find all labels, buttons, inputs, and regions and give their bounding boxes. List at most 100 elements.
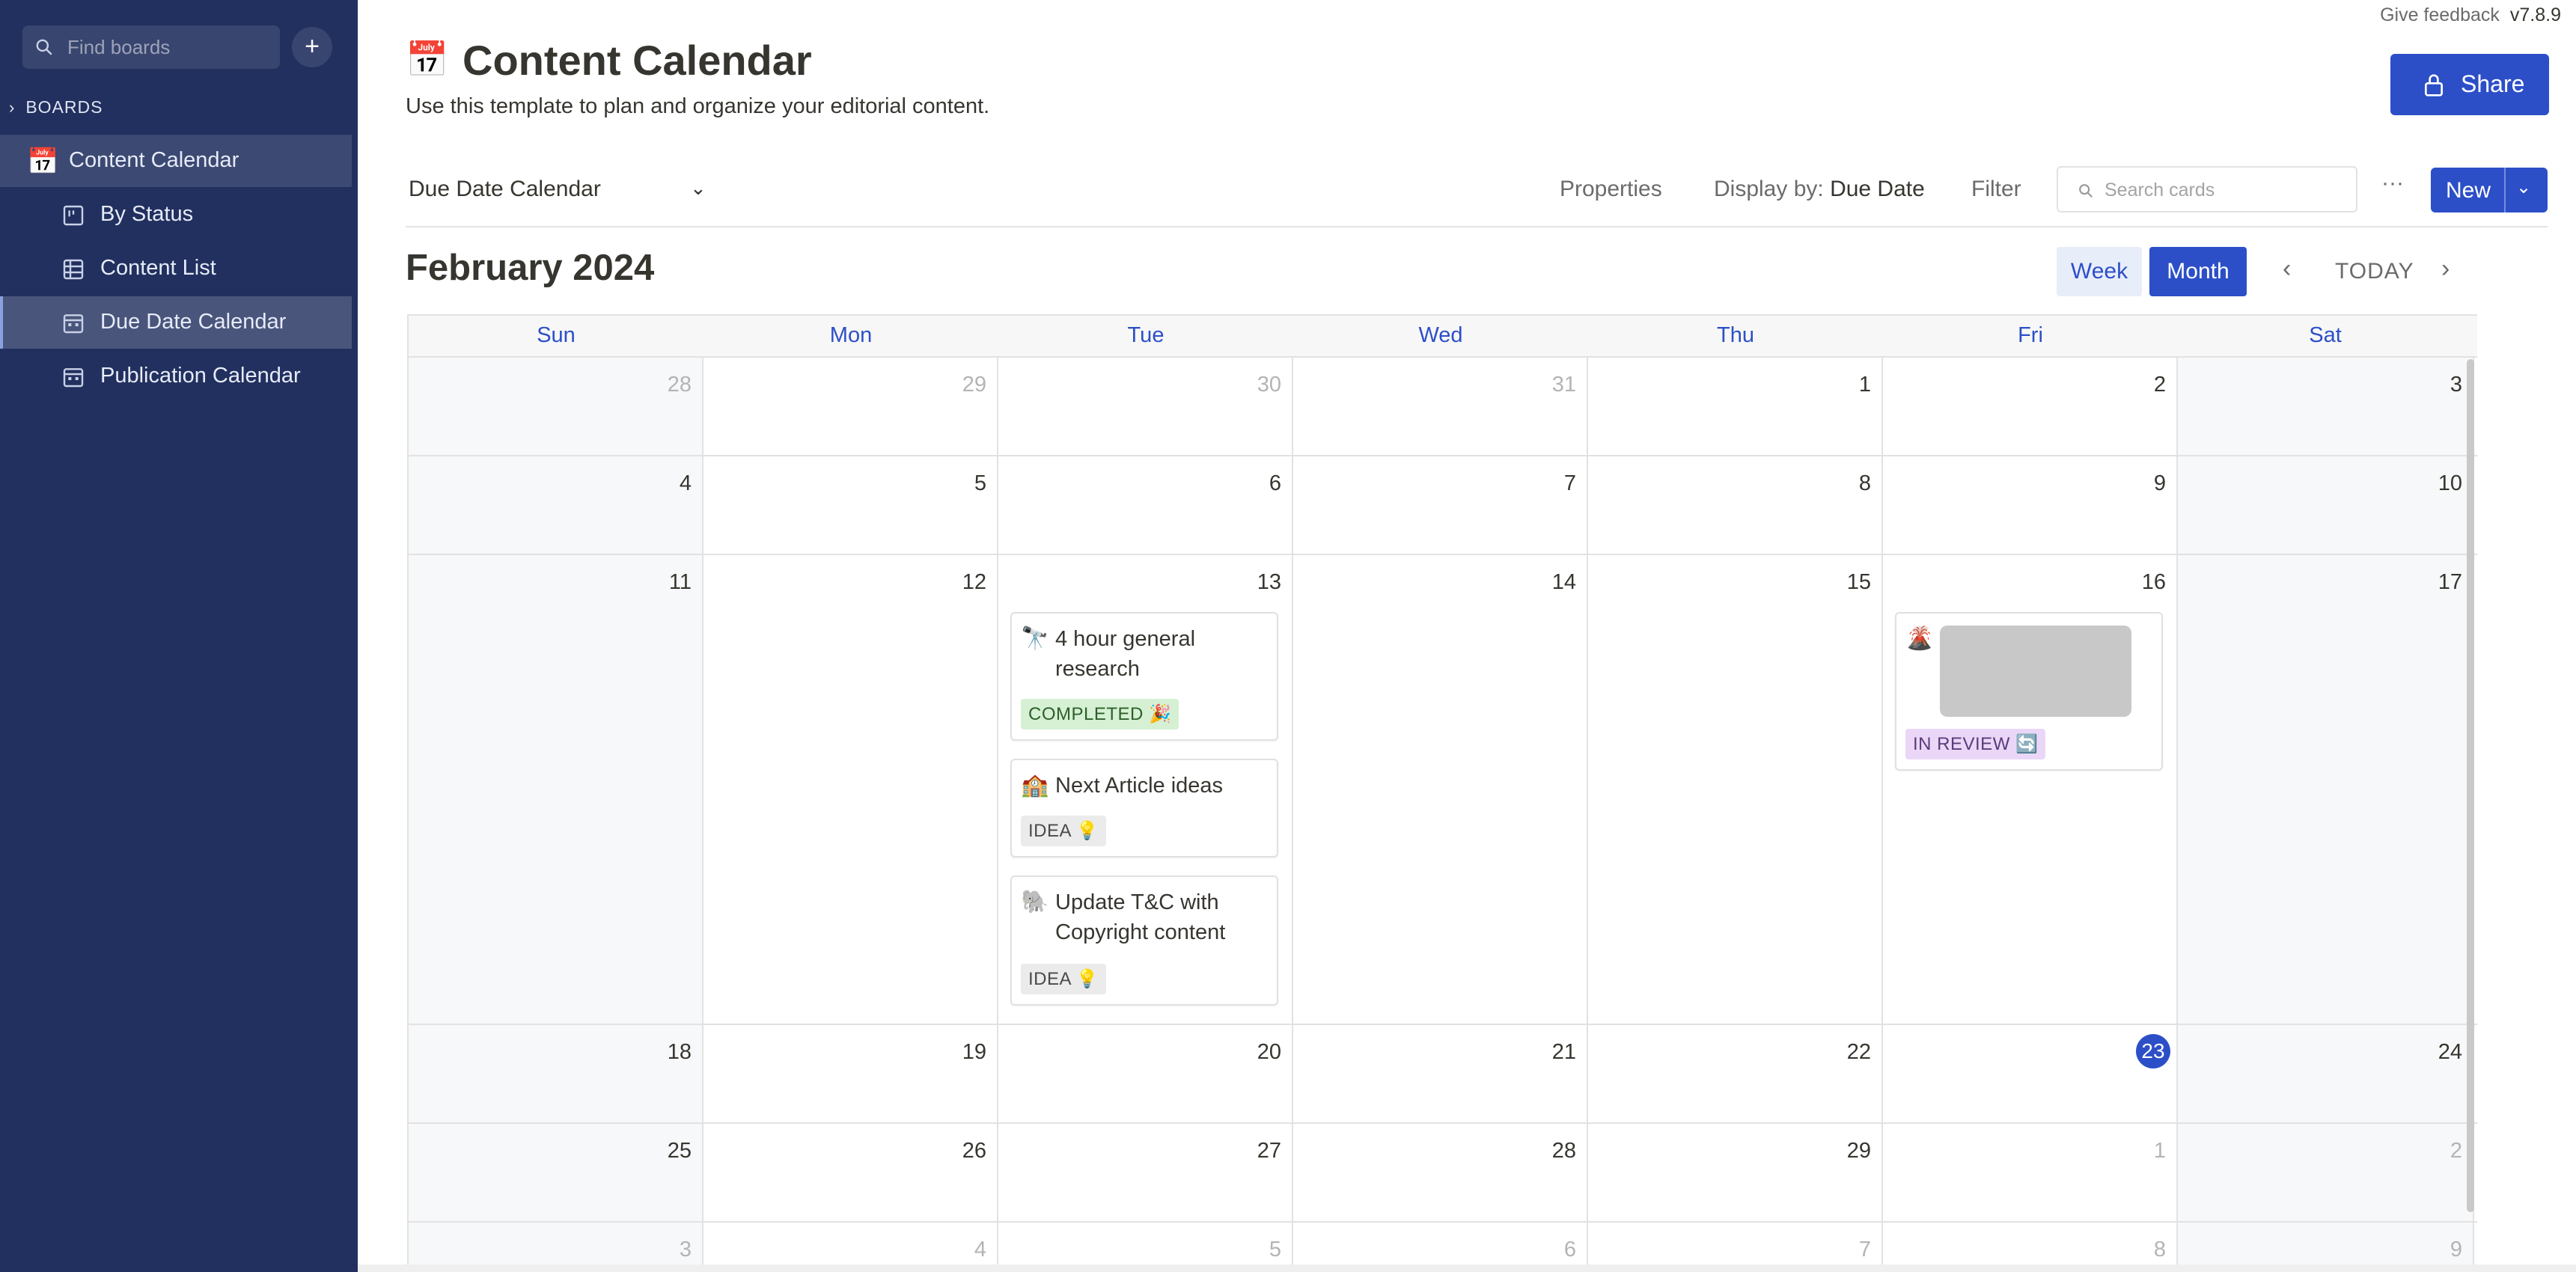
page-description[interactable]: Use this template to plan and organize y… [406,94,989,119]
day-cell[interactable]: 28 [409,358,703,455]
calendar-card[interactable]: 🔭 4 hour general research COMPLETED 🎉 [1010,612,1278,741]
search-placeholder: Search cards [2105,180,2215,201]
today-button[interactable]: TODAY [2335,259,2414,284]
add-board-button[interactable]: + [292,27,332,67]
find-boards-row: Find boards + [22,25,335,69]
day-cell[interactable]: 6 [998,456,1293,554]
calendar-card[interactable]: 🌋 IN REVIEW 🔄 [1895,612,2163,771]
sidebar: Find boards + › BOARDS 📅 Content Calendar… [0,0,358,1272]
day-cell[interactable]: 21 [1293,1025,1588,1122]
day-cell[interactable]: 9 [1883,456,2178,554]
calendar-grid: Sun Mon Tue Wed Thu Fri Sat 28 29 30 31 … [407,314,2477,1272]
day-cell[interactable]: 30 [998,358,1293,455]
share-button[interactable]: Share [2390,54,2549,115]
day-number: 7 [1563,471,1576,495]
day-cell[interactable]: 29 [1588,1124,1883,1221]
day-cell[interactable]: 16 🌋 IN REVIEW 🔄 [1883,555,2178,1024]
day-cell[interactable]: 5 [703,456,998,554]
day-cell[interactable]: 20 [998,1025,1293,1122]
day-cell[interactable]: 23 [1883,1025,2178,1122]
sidebar-item-due-date-calendar[interactable]: Due Date Calendar [0,296,352,349]
day-cell[interactable]: 8 [1588,456,1883,554]
day-cell[interactable]: 25 [409,1124,703,1221]
card-image-placeholder [1940,626,2131,717]
day-cell[interactable]: 31 [1293,358,1588,455]
calendar-week-row: 28 29 30 31 1 2 3 [409,358,2477,456]
card-title: Next Article ideas [1055,774,1224,798]
page-title[interactable]: Content Calendar [463,36,812,85]
day-number: 11 [668,570,692,594]
day-cell[interactable]: 2 [1883,358,2178,455]
calendar-week-row: 25 26 27 28 29 1 2 [409,1124,2477,1223]
day-number: 24 [2438,1040,2462,1064]
day-number: 8 [2153,1238,2166,1262]
day-cell[interactable]: 18 [409,1025,703,1122]
sidebar-item-content-list[interactable]: Content List [0,242,352,295]
status-badge: IDEA 💡 [1021,816,1107,846]
month-view-button[interactable]: Month [2149,247,2247,296]
day-cell[interactable]: 1 [1883,1124,2178,1221]
day-cell[interactable]: 1 [1588,358,1883,455]
boards-heading[interactable]: › BOARDS [9,97,103,117]
day-cell[interactable]: 27 [998,1124,1293,1221]
day-cell[interactable]: 26 [703,1124,998,1221]
day-cell[interactable]: 3 [2178,358,2474,455]
horizontal-scrollbar[interactable] [358,1265,2576,1272]
board-emoji-icon[interactable]: 📅 [406,39,448,80]
sidebar-item-by-status[interactable]: By Status [0,189,352,241]
sidebar-item-publication-calendar[interactable]: Publication Calendar [0,350,352,403]
day-cell[interactable]: 12 [703,555,998,1024]
day-cell[interactable]: 13 🔭 4 hour general research COMPLETED 🎉… [998,555,1293,1024]
chevron-down-icon[interactable]: ⌄ [690,177,706,200]
day-cell[interactable]: 4 [409,456,703,554]
calendar-card[interactable]: 🐘 Update T&C with Copyright content IDEA… [1010,875,1278,1006]
find-boards-input[interactable]: Find boards [22,25,280,69]
calendar-card[interactable]: 🏫 Next Article ideas IDEA 💡 [1010,759,1278,857]
sidebar-item-content-calendar[interactable]: 📅 Content Calendar [0,135,352,187]
chevron-right-icon[interactable]: › [2441,254,2450,284]
day-number: 30 [1257,373,1281,397]
day-cell[interactable]: 22 [1588,1025,1883,1122]
day-number: 5 [974,471,986,495]
version-info: Give feedback v7.8.9 [2380,4,2561,26]
display-by-button[interactable]: Display by: Due Date [1714,177,1925,202]
week-view-button[interactable]: Week [2057,247,2142,296]
weekday-label: Tue [1127,323,1165,347]
day-cell[interactable]: 11 [409,555,703,1024]
properties-button[interactable]: Properties [1560,177,1662,202]
day-number: 6 [1269,471,1281,495]
chevron-left-icon[interactable]: ‹ [2283,254,2291,284]
filter-button[interactable]: Filter [1971,177,2021,202]
day-number: 9 [2153,471,2166,495]
day-cell[interactable]: 15 [1588,555,1883,1024]
day-cell[interactable]: 7 [1293,456,1588,554]
day-cell[interactable]: 24 [2178,1025,2474,1122]
day-cell[interactable]: 10 [2178,456,2474,554]
weekday-label: Sun [537,323,576,347]
day-number: 6 [1563,1238,1576,1262]
chevron-down-icon[interactable]: ⌄ [2516,177,2531,198]
search-cards-input[interactable]: Search cards [2057,166,2357,212]
give-feedback-link[interactable]: Give feedback [2380,4,2500,25]
day-cell[interactable]: 17 [2178,555,2474,1024]
sidebar-item-label: Content Calendar [69,148,239,172]
day-cell[interactable]: 29 [703,358,998,455]
vertical-scrollbar[interactable] [2467,359,2474,1212]
day-cell[interactable]: 28 [1293,1124,1588,1221]
day-number: 14 [1551,570,1576,594]
day-number: 21 [1551,1040,1576,1064]
calendar-week-row: 11 12 13 🔭 4 hour general research COMPL… [409,555,2477,1025]
calendar-icon [63,368,84,388]
view-title[interactable]: Due Date Calendar [409,177,601,202]
more-options-button[interactable]: ··· [2381,171,2404,196]
calendar-week-row: 18 19 20 21 22 23 24 [409,1025,2477,1124]
find-boards-placeholder: Find boards [67,36,171,58]
day-cell[interactable]: 14 [1293,555,1588,1024]
sidebar-item-label: Content List [100,256,216,280]
new-label: New [2446,178,2491,203]
day-cell[interactable]: 2 [2178,1124,2474,1221]
day-number: 8 [1858,471,1871,495]
day-cell[interactable]: 19 [703,1025,998,1122]
new-card-button[interactable]: New ⌄ [2431,168,2548,212]
day-number: 19 [962,1040,986,1064]
